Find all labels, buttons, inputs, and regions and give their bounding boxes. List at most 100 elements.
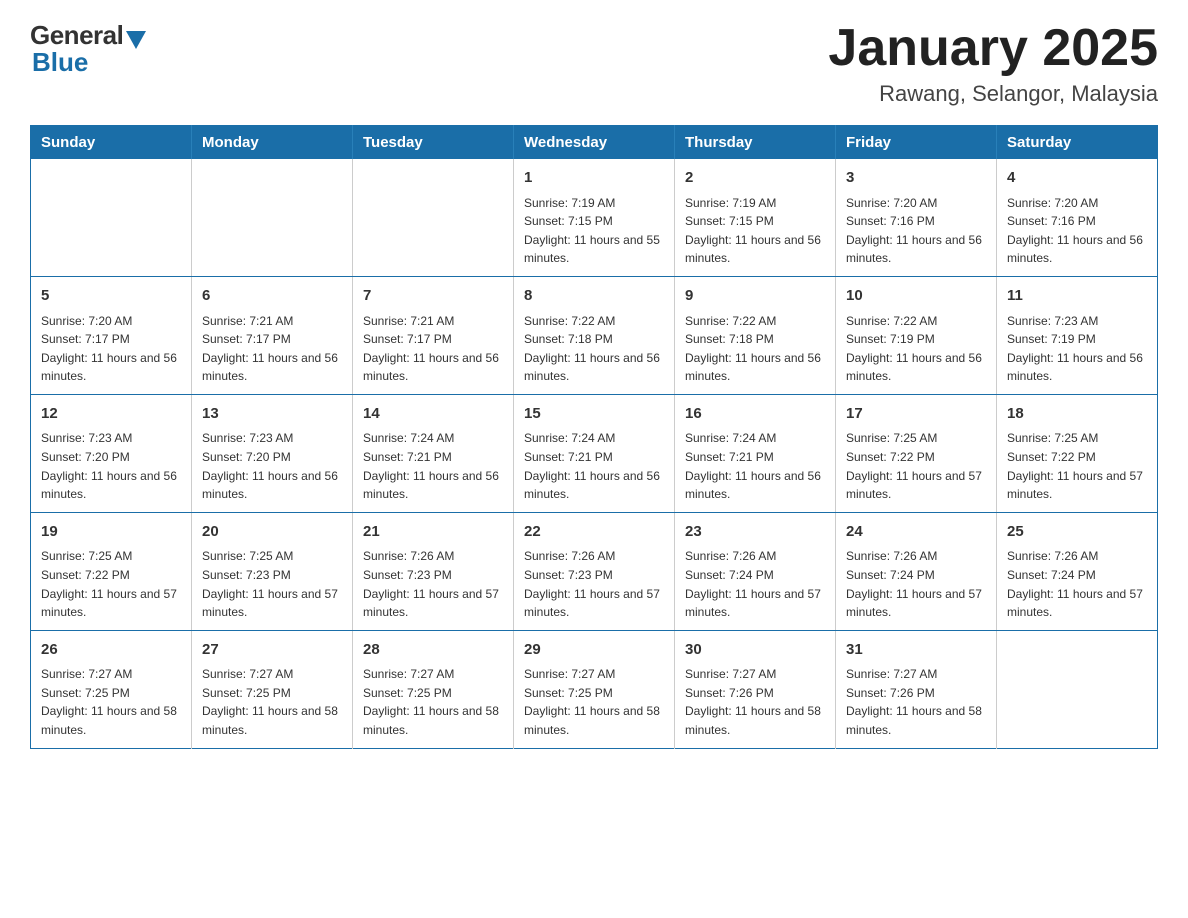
calendar-day-cell: 23 Sunrise: 7:26 AMSunset: 7:24 PMDayligh…	[675, 512, 836, 630]
calendar-day-cell: 31 Sunrise: 7:27 AMSunset: 7:26 PMDayligh…	[836, 630, 997, 748]
day-number: 1	[524, 167, 664, 190]
calendar-day-cell: 12 Sunrise: 7:23 AMSunset: 7:20 PMDayligh…	[31, 394, 192, 512]
calendar-day-cell: 28Sunrise: 7:27 AMSunset: 7:25 PMDayligh…	[353, 630, 514, 748]
calendar-week-row: 12 Sunrise: 7:23 AMSunset: 7:20 PMDayligh…	[31, 394, 1158, 512]
calendar-week-row: 26 Sunrise: 7:27 AMSunset: 7:25 PMDayligh…	[31, 630, 1158, 748]
day-info: Sunrise: 7:27 AMSunset: 7:26 PMDaylight:…	[685, 665, 825, 739]
calendar-day-header: Sunday	[31, 126, 192, 160]
day-info: Sunrise: 7:24 AMSunset: 7:21 PMDaylight:…	[363, 429, 503, 503]
calendar-day-cell: 24 Sunrise: 7:26 AMSunset: 7:24 PMDayligh…	[836, 512, 997, 630]
calendar-day-cell: 10Sunrise: 7:22 AMSunset: 7:19 PMDayligh…	[836, 277, 997, 395]
calendar-location: Rawang, Selangor, Malaysia	[828, 81, 1158, 107]
day-info: Sunrise: 7:23 AMSunset: 7:19 PMDaylight:…	[1007, 312, 1147, 386]
calendar-day-cell: 14Sunrise: 7:24 AMSunset: 7:21 PMDayligh…	[353, 394, 514, 512]
day-info: Sunrise: 7:20 AMSunset: 7:17 PMDaylight:…	[41, 312, 181, 386]
day-info: Sunrise: 7:27 AMSunset: 7:26 PMDaylight:…	[846, 665, 986, 739]
day-info: Sunrise: 7:22 AMSunset: 7:18 PMDaylight:…	[685, 312, 825, 386]
title-block: January 2025 Rawang, Selangor, Malaysia	[828, 20, 1158, 107]
calendar-day-cell: 6 Sunrise: 7:21 AMSunset: 7:17 PMDaylight…	[192, 277, 353, 395]
calendar-day-cell: 20 Sunrise: 7:25 AMSunset: 7:23 PMDayligh…	[192, 512, 353, 630]
day-number: 27	[202, 639, 342, 662]
day-info: Sunrise: 7:24 AMSunset: 7:21 PMDaylight:…	[685, 429, 825, 503]
day-number: 21	[363, 521, 503, 544]
day-info: Sunrise: 7:24 AMSunset: 7:21 PMDaylight:…	[524, 429, 664, 503]
day-info: Sunrise: 7:26 AMSunset: 7:24 PMDaylight:…	[846, 547, 986, 621]
day-number: 20	[202, 521, 342, 544]
calendar-day-cell: 4 Sunrise: 7:20 AMSunset: 7:16 PMDaylight…	[997, 159, 1158, 276]
day-info: Sunrise: 7:26 AMSunset: 7:23 PMDaylight:…	[363, 547, 503, 621]
day-info: Sunrise: 7:21 AMSunset: 7:17 PMDaylight:…	[363, 312, 503, 386]
day-info: Sunrise: 7:23 AMSunset: 7:20 PMDaylight:…	[41, 429, 181, 503]
calendar-day-cell: 15 Sunrise: 7:24 AMSunset: 7:21 PMDayligh…	[514, 394, 675, 512]
calendar-week-row: 19Sunrise: 7:25 AMSunset: 7:22 PMDayligh…	[31, 512, 1158, 630]
logo-blue-text: Blue	[32, 47, 88, 78]
calendar-day-cell: 8Sunrise: 7:22 AMSunset: 7:18 PMDaylight…	[514, 277, 675, 395]
day-info: Sunrise: 7:27 AMSunset: 7:25 PMDaylight:…	[41, 665, 181, 739]
day-number: 3	[846, 167, 986, 190]
day-number: 22	[524, 521, 664, 544]
day-number: 19	[41, 521, 181, 544]
day-info: Sunrise: 7:25 AMSunset: 7:22 PMDaylight:…	[846, 429, 986, 503]
day-number: 4	[1007, 167, 1147, 190]
day-number: 17	[846, 403, 986, 426]
day-info: Sunrise: 7:26 AMSunset: 7:24 PMDaylight:…	[1007, 547, 1147, 621]
calendar-day-cell: 25Sunrise: 7:26 AMSunset: 7:24 PMDayligh…	[997, 512, 1158, 630]
calendar-day-header: Saturday	[997, 126, 1158, 160]
calendar-day-cell: 17 Sunrise: 7:25 AMSunset: 7:22 PMDayligh…	[836, 394, 997, 512]
calendar-week-row: 5 Sunrise: 7:20 AMSunset: 7:17 PMDaylight…	[31, 277, 1158, 395]
calendar-day-cell: 21 Sunrise: 7:26 AMSunset: 7:23 PMDayligh…	[353, 512, 514, 630]
calendar-day-header: Friday	[836, 126, 997, 160]
day-number: 15	[524, 403, 664, 426]
calendar-day-header: Monday	[192, 126, 353, 160]
calendar-day-cell: 18 Sunrise: 7:25 AMSunset: 7:22 PMDayligh…	[997, 394, 1158, 512]
calendar-day-cell	[192, 159, 353, 276]
calendar-day-cell	[31, 159, 192, 276]
day-number: 28	[363, 639, 503, 662]
day-info: Sunrise: 7:27 AMSunset: 7:25 PMDaylight:…	[524, 665, 664, 739]
day-number: 31	[846, 639, 986, 662]
calendar-day-cell	[997, 630, 1158, 748]
day-info: Sunrise: 7:19 AMSunset: 7:15 PMDaylight:…	[685, 194, 825, 268]
day-number: 2	[685, 167, 825, 190]
calendar-day-cell: 26 Sunrise: 7:27 AMSunset: 7:25 PMDayligh…	[31, 630, 192, 748]
calendar-day-header: Thursday	[675, 126, 836, 160]
day-number: 10	[846, 285, 986, 308]
calendar-day-cell: 19Sunrise: 7:25 AMSunset: 7:22 PMDayligh…	[31, 512, 192, 630]
calendar-day-cell: 3 Sunrise: 7:20 AMSunset: 7:16 PMDaylight…	[836, 159, 997, 276]
day-number: 23	[685, 521, 825, 544]
calendar-day-cell: 27 Sunrise: 7:27 AMSunset: 7:25 PMDayligh…	[192, 630, 353, 748]
page-header: General Blue January 2025 Rawang, Selang…	[30, 20, 1158, 107]
calendar-day-header: Wednesday	[514, 126, 675, 160]
day-number: 29	[524, 639, 664, 662]
calendar-day-cell: 30Sunrise: 7:27 AMSunset: 7:26 PMDayligh…	[675, 630, 836, 748]
calendar-day-cell	[353, 159, 514, 276]
day-info: Sunrise: 7:21 AMSunset: 7:17 PMDaylight:…	[202, 312, 342, 386]
day-number: 6	[202, 285, 342, 308]
day-info: Sunrise: 7:20 AMSunset: 7:16 PMDaylight:…	[846, 194, 986, 268]
day-number: 8	[524, 285, 664, 308]
day-number: 12	[41, 403, 181, 426]
calendar-table: SundayMondayTuesdayWednesdayThursdayFrid…	[30, 125, 1158, 748]
day-number: 18	[1007, 403, 1147, 426]
calendar-day-cell: 22Sunrise: 7:26 AMSunset: 7:23 PMDayligh…	[514, 512, 675, 630]
day-info: Sunrise: 7:19 AMSunset: 7:15 PMDaylight:…	[524, 194, 664, 268]
day-info: Sunrise: 7:25 AMSunset: 7:22 PMDaylight:…	[1007, 429, 1147, 503]
calendar-day-cell: 16Sunrise: 7:24 AMSunset: 7:21 PMDayligh…	[675, 394, 836, 512]
calendar-day-cell: 9 Sunrise: 7:22 AMSunset: 7:18 PMDaylight…	[675, 277, 836, 395]
day-number: 5	[41, 285, 181, 308]
calendar-day-cell: 5 Sunrise: 7:20 AMSunset: 7:17 PMDaylight…	[31, 277, 192, 395]
day-number: 24	[846, 521, 986, 544]
day-number: 9	[685, 285, 825, 308]
calendar-week-row: 1 Sunrise: 7:19 AMSunset: 7:15 PMDaylight…	[31, 159, 1158, 276]
calendar-day-cell: 11 Sunrise: 7:23 AMSunset: 7:19 PMDayligh…	[997, 277, 1158, 395]
calendar-header-row: SundayMondayTuesdayWednesdayThursdayFrid…	[31, 126, 1158, 160]
day-info: Sunrise: 7:20 AMSunset: 7:16 PMDaylight:…	[1007, 194, 1147, 268]
day-number: 26	[41, 639, 181, 662]
day-info: Sunrise: 7:25 AMSunset: 7:23 PMDaylight:…	[202, 547, 342, 621]
day-number: 11	[1007, 285, 1147, 308]
logo: General Blue	[30, 20, 146, 78]
day-number: 13	[202, 403, 342, 426]
day-info: Sunrise: 7:27 AMSunset: 7:25 PMDaylight:…	[202, 665, 342, 739]
calendar-day-header: Tuesday	[353, 126, 514, 160]
day-info: Sunrise: 7:26 AMSunset: 7:24 PMDaylight:…	[685, 547, 825, 621]
